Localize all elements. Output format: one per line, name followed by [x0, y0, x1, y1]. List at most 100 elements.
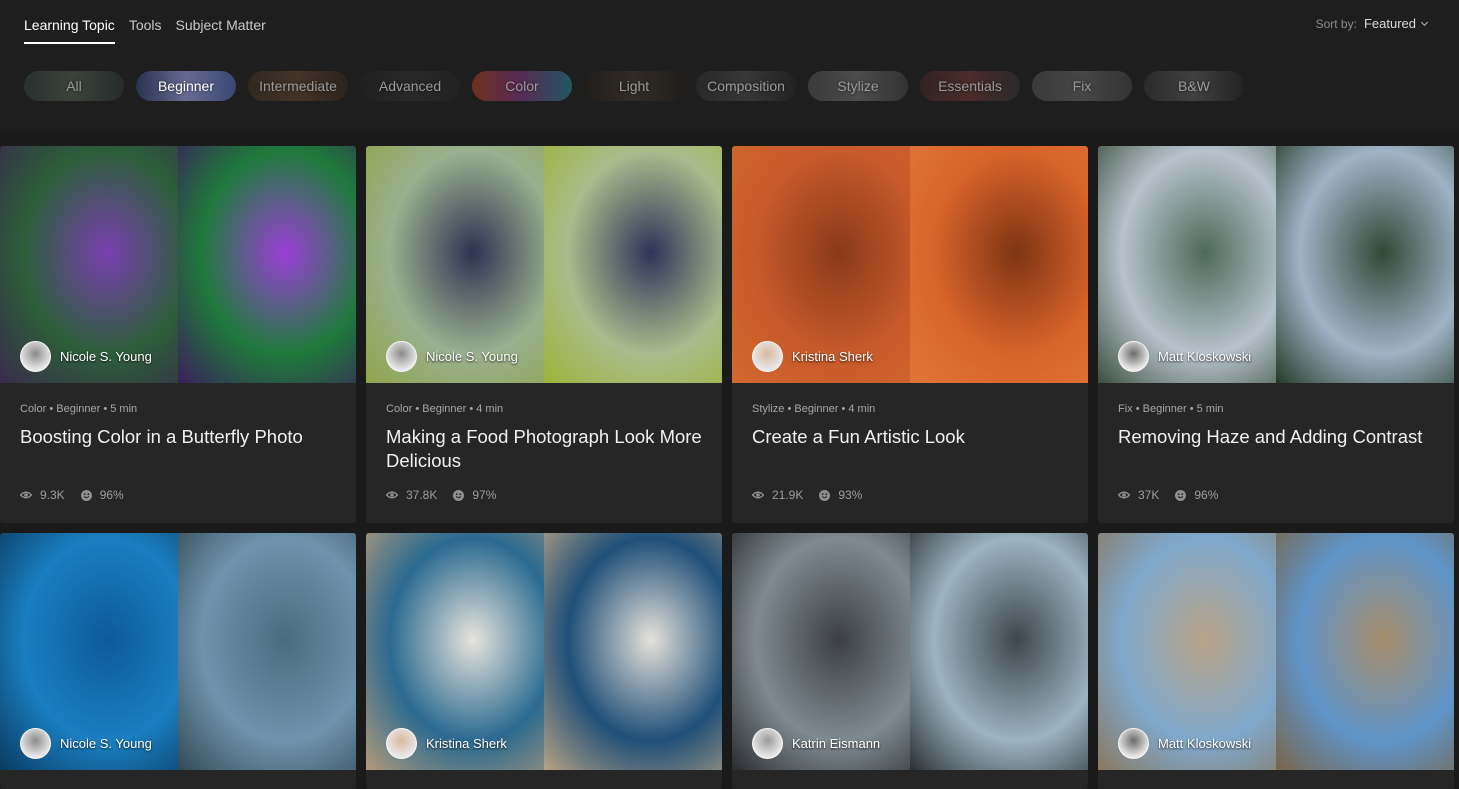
- before-after-thumbnail[interactable]: Nicole S. Young: [366, 146, 722, 383]
- filter-chip-label: Color: [505, 78, 539, 94]
- author-name: Nicole S. Young: [60, 349, 152, 364]
- before-after-thumbnail[interactable]: Katrin Eismann: [732, 533, 1088, 770]
- sort-control: Sort by: Featured: [1315, 16, 1429, 31]
- author-badge: Katrin Eismann: [752, 728, 880, 759]
- lesson-stats: 37K 96%: [1118, 488, 1234, 502]
- filter-chip-advanced[interactable]: Advanced: [360, 71, 460, 101]
- after-image: [544, 146, 722, 383]
- avatar: [752, 728, 783, 759]
- avatar: [20, 341, 51, 372]
- tutorial-card[interactable]: Nicole S. Young: [0, 533, 356, 789]
- rating-percent: 97%: [472, 488, 497, 502]
- smile-icon: [80, 489, 92, 501]
- lesson-meta: Color • Beginner • 4 min: [386, 403, 504, 415]
- chevron-down-icon: [1420, 18, 1429, 26]
- eye-icon: [386, 491, 398, 499]
- views-stat: 9.3K: [20, 488, 65, 502]
- author-name: Matt Kloskowski: [1158, 736, 1252, 751]
- smile-icon: [453, 489, 465, 501]
- views-count: 21.9K: [772, 488, 804, 502]
- after-image: [1276, 533, 1454, 770]
- eye-icon: [1118, 491, 1130, 499]
- views-stat: 37K: [1118, 488, 1159, 502]
- before-after-thumbnail[interactable]: Kristina Sherk: [732, 146, 1088, 383]
- filter-chip-label: Fix: [1072, 78, 1092, 94]
- filter-chip-label: B&W: [1178, 78, 1210, 94]
- filter-chip-label: Intermediate: [259, 78, 337, 94]
- tutorial-card[interactable]: Matt Kloskowski Fix • Beginner • 5 min Rem…: [1098, 146, 1454, 523]
- tab-tools[interactable]: Tools: [129, 17, 162, 44]
- filter-chip-light[interactable]: Light: [584, 71, 684, 101]
- filter-chip-essentials[interactable]: Essentials: [920, 71, 1020, 101]
- filter-chip-beginner[interactable]: Beginner: [136, 71, 236, 101]
- author-badge: Kristina Sherk: [752, 341, 873, 372]
- tab-subject-matter[interactable]: Subject Matter: [176, 17, 266, 44]
- filter-chip-fix[interactable]: Fix: [1032, 71, 1132, 101]
- after-image: [178, 533, 356, 770]
- filter-chip-color[interactable]: Color: [472, 71, 572, 101]
- lesson-title[interactable]: Boosting Color in a Butterfly Photo: [20, 425, 340, 449]
- filter-chip-all[interactable]: All: [24, 71, 124, 101]
- avatar: [752, 341, 783, 372]
- topic-filter-chips: All Beginner Intermediate Advanced Color Ligh…: [24, 71, 1244, 101]
- tutorial-card[interactable]: Kristina Sherk Stylize • Beginner • 4 min…: [732, 146, 1088, 523]
- rating-stat: 97%: [453, 488, 496, 502]
- filter-chip-intermediate[interactable]: Intermediate: [248, 71, 348, 101]
- author-name: Kristina Sherk: [426, 736, 507, 751]
- author-badge: Nicole S. Young: [20, 728, 152, 759]
- author-badge: Matt Kloskowski: [1118, 728, 1251, 759]
- smile-icon: [1175, 489, 1187, 501]
- tutorial-card[interactable]: Kristina Sherk: [366, 533, 722, 789]
- avatar: [1118, 341, 1149, 372]
- filter-chip-b-w[interactable]: B&W: [1144, 71, 1244, 101]
- rating-percent: 93%: [838, 488, 863, 502]
- filter-chip-label: Beginner: [157, 78, 215, 94]
- author-badge: Kristina Sherk: [386, 728, 507, 759]
- before-after-thumbnail[interactable]: Matt Kloskowski: [1098, 533, 1454, 770]
- views-count: 9.3K: [40, 488, 65, 502]
- filter-chip-stylize[interactable]: Stylize: [808, 71, 908, 101]
- before-after-thumbnail[interactable]: Nicole S. Young: [0, 533, 356, 770]
- rating-stat: 93%: [819, 488, 862, 502]
- views-count: 37.8K: [406, 488, 438, 502]
- lesson-title[interactable]: Removing Haze and Adding Contrast: [1118, 425, 1438, 449]
- avatar: [386, 341, 417, 372]
- lesson-title[interactable]: Making a Food Photograph Look More Delic…: [386, 425, 706, 473]
- author-badge: Matt Kloskowski: [1118, 341, 1251, 372]
- tutorial-card[interactable]: Nicole S. Young Color • Beginner • 4 min M…: [366, 146, 722, 523]
- author-name: Nicole S. Young: [426, 349, 518, 364]
- eye-icon: [20, 491, 32, 499]
- author-badge: Nicole S. Young: [20, 341, 152, 372]
- views-stat: 37.8K: [386, 488, 437, 502]
- lesson-stats: 21.9K 93%: [752, 488, 878, 502]
- filter-chip-label: All: [66, 78, 82, 94]
- filter-chip-label: Advanced: [378, 78, 442, 94]
- tutorial-card[interactable]: Katrin Eismann: [732, 533, 1088, 789]
- lesson-meta: Fix • Beginner • 5 min: [1118, 403, 1224, 415]
- after-image: [910, 533, 1088, 770]
- tutorial-card[interactable]: Matt Kloskowski: [1098, 533, 1454, 789]
- lesson-title[interactable]: Create a Fun Artistic Look: [752, 425, 1072, 449]
- rating-percent: 96%: [99, 488, 124, 502]
- tab-learning-topic[interactable]: Learning Topic: [24, 17, 115, 44]
- before-after-thumbnail[interactable]: Nicole S. Young: [0, 146, 356, 383]
- before-after-thumbnail[interactable]: Matt Kloskowski: [1098, 146, 1454, 383]
- rating-percent: 96%: [1194, 488, 1219, 502]
- lesson-stats: 37.8K 97%: [386, 488, 512, 502]
- author-badge: Nicole S. Young: [386, 341, 518, 372]
- filter-chip-composition[interactable]: Composition: [696, 71, 796, 101]
- smile-icon: [819, 489, 831, 501]
- avatar: [386, 728, 417, 759]
- author-name: Katrin Eismann: [792, 736, 881, 751]
- filter-header: Learning Topic Tools Subject Matter Sort…: [0, 0, 1459, 131]
- author-name: Kristina Sherk: [792, 349, 873, 364]
- filter-chip-label: Stylize: [837, 78, 879, 94]
- sort-label: Sort by:: [1315, 16, 1357, 31]
- sort-value: Featured: [1363, 16, 1416, 31]
- before-after-thumbnail[interactable]: Kristina Sherk: [366, 533, 722, 770]
- avatar: [1118, 728, 1149, 759]
- sort-dropdown[interactable]: Featured: [1363, 16, 1429, 31]
- tutorial-card[interactable]: Nicole S. Young Color • Beginner • 5 min B…: [0, 146, 356, 523]
- filter-chip-label: Light: [618, 78, 650, 94]
- author-name: Matt Kloskowski: [1158, 349, 1252, 364]
